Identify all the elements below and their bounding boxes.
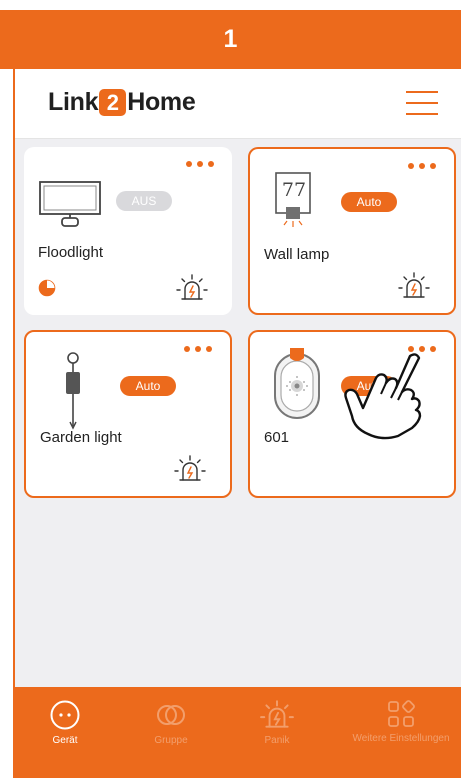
status-badge[interactable]: Auto xyxy=(341,192,397,212)
tab-label: Gerät xyxy=(52,735,78,746)
device-card-garden-light[interactable]: Auto Garden light xyxy=(24,330,232,498)
garden-light-icon xyxy=(66,352,80,430)
device-card-wall-lamp[interactable]: 77 Auto Wall lamp xyxy=(248,147,456,315)
tab-gruppe[interactable]: Gruppe xyxy=(121,699,221,746)
device-card-floodlight[interactable]: AUS Floodlight xyxy=(24,147,232,315)
more-options-icon[interactable] xyxy=(186,161,214,167)
status-badge[interactable]: AUS xyxy=(116,191,172,211)
more-options-icon[interactable] xyxy=(408,163,436,169)
device-name: Garden light xyxy=(40,429,122,446)
alarm-siren-icon[interactable] xyxy=(398,271,430,301)
tab-label: Weitere Einstellungen xyxy=(352,733,450,744)
device-name: 601 xyxy=(264,429,290,446)
status-badge[interactable]: Auto xyxy=(120,376,176,396)
tutorial-frame: 1 Link 2 Home AUS Floodlight 77 Auto Wal… xyxy=(0,0,461,778)
pointing-hand-icon xyxy=(344,353,422,440)
device-icon xyxy=(50,700,80,730)
alarm-siren-icon[interactable] xyxy=(174,454,206,484)
tab-label: Panik xyxy=(264,735,290,746)
hamburger-menu-icon[interactable] xyxy=(406,91,438,115)
logo-text-right: Home xyxy=(127,88,196,116)
tab-geraet[interactable]: Gerät xyxy=(15,699,115,746)
timer-icon xyxy=(38,279,56,297)
tab-weitere-einstellungen[interactable]: Weitere Einstellungen xyxy=(341,699,461,744)
more-options-icon[interactable] xyxy=(184,346,212,352)
tab-label: Gruppe xyxy=(154,735,188,746)
alarm-siren-icon[interactable] xyxy=(176,273,208,303)
app-logo: Link 2 Home xyxy=(48,88,196,117)
floodlight-icon xyxy=(39,181,101,227)
group-icon xyxy=(157,705,185,725)
step-number-banner: 1 xyxy=(0,10,461,69)
panic-icon xyxy=(260,700,294,728)
settings-grid-icon xyxy=(388,700,415,727)
app-header: Link 2 Home xyxy=(15,69,461,139)
wall-lamp-display: 77 xyxy=(281,179,307,201)
device-name: Floodlight xyxy=(38,244,104,261)
motion-sensor-icon xyxy=(274,348,320,419)
tab-panik[interactable]: Panik xyxy=(227,699,327,746)
bottom-tab-bar: Gerät Gruppe Panik Weitere Einstellungen xyxy=(15,687,461,778)
logo-number-badge: 2 xyxy=(99,89,127,116)
logo-text-left: Link xyxy=(48,88,99,116)
device-name: Wall lamp xyxy=(264,246,330,263)
